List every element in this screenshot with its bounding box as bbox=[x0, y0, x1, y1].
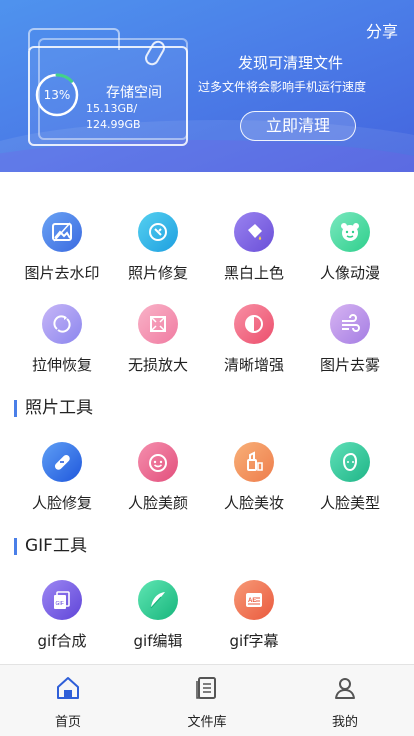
photo-repair-icon bbox=[138, 212, 178, 252]
storage-title: 存储空间 bbox=[106, 85, 162, 101]
share-button[interactable]: 分享 bbox=[366, 18, 398, 42]
bottom-tab-bar: 首页 文件库 我的 bbox=[0, 664, 414, 736]
smile-face-icon bbox=[138, 442, 178, 482]
tool-label: 人像动漫 bbox=[319, 264, 380, 282]
svg-text:GIF: GIF bbox=[56, 601, 64, 607]
tool-label: 人脸美颜 bbox=[127, 494, 188, 512]
tool-label: 无损放大 bbox=[127, 356, 188, 374]
tool-label: 拉伸恢复 bbox=[31, 356, 92, 374]
face-outline-icon bbox=[330, 442, 370, 482]
section-title-gif-tools: GIF工具 bbox=[14, 538, 87, 555]
tool-dehaze[interactable]: 图片去雾 bbox=[302, 304, 398, 375]
tool-lossless-enlarge[interactable]: 无损放大 bbox=[110, 304, 206, 375]
document-icon bbox=[196, 677, 216, 699]
tool-clarity-enhance[interactable]: 清晰增强 bbox=[206, 304, 302, 375]
tool-label: 图片去雾 bbox=[319, 356, 380, 374]
tool-face-repair[interactable]: 人脸修复 bbox=[14, 442, 110, 513]
feather-icon bbox=[138, 580, 178, 620]
storage-used: 15.13GB/ bbox=[86, 102, 138, 115]
paint-bucket-icon bbox=[234, 212, 274, 252]
tool-label: 人脸美妆 bbox=[223, 494, 284, 512]
tool-colorize[interactable]: 黑白上色 bbox=[206, 212, 302, 283]
enlarge-icon bbox=[138, 304, 178, 344]
tool-image-watermark[interactable]: 图片去水印 bbox=[14, 212, 110, 283]
discover-subtitle: 过多文件将会影响手机运行速度 bbox=[198, 80, 367, 94]
bandage-icon bbox=[42, 442, 82, 482]
subtitle-icon: AE bbox=[234, 580, 274, 620]
tab-file-library[interactable]: 文件库 bbox=[167, 675, 247, 730]
tool-gif-edit[interactable]: gif编辑 bbox=[110, 580, 206, 651]
home-icon bbox=[57, 677, 79, 699]
discover-title: 发现可清理文件 bbox=[238, 54, 344, 72]
tool-label: gif编辑 bbox=[133, 632, 183, 650]
tool-label: 照片修复 bbox=[127, 264, 188, 282]
makeup-icon bbox=[234, 442, 274, 482]
user-icon bbox=[335, 678, 355, 699]
tool-stretch-restore[interactable]: 拉伸恢复 bbox=[14, 304, 110, 375]
tool-label: gif合成 bbox=[37, 632, 87, 650]
tool-gif-subtitle[interactable]: AE gif字幕 bbox=[206, 580, 302, 651]
tool-anime-portrait[interactable]: 人像动漫 bbox=[302, 212, 398, 283]
storage-percent: 13% bbox=[43, 88, 71, 102]
tool-label: 黑白上色 bbox=[223, 264, 284, 282]
tab-label: 文件库 bbox=[187, 715, 227, 730]
tools-row-1: 图片去水印 照片修复 黑白上色 人像动漫 bbox=[0, 212, 414, 292]
tool-label: 人脸美型 bbox=[319, 494, 380, 512]
tool-label: gif字幕 bbox=[229, 632, 279, 650]
tab-label: 我的 bbox=[331, 715, 358, 730]
clarity-icon bbox=[234, 304, 274, 344]
storage-total: 124.99GB bbox=[86, 118, 141, 131]
tool-label: 清晰增强 bbox=[223, 356, 284, 374]
svg-text:AE: AE bbox=[248, 598, 256, 604]
tools-row-photo: 人脸修复 人脸美颜 人脸美妆 人脸美型 bbox=[0, 442, 414, 522]
tool-gif-compose[interactable]: GIF gif合成 bbox=[14, 580, 110, 651]
tool-label: 人脸修复 bbox=[31, 494, 92, 512]
bear-face-icon bbox=[330, 212, 370, 252]
tab-home[interactable]: 首页 bbox=[28, 675, 108, 730]
clean-now-button[interactable]: 立即清理 bbox=[240, 111, 356, 141]
header-banner: 分享 13% 存储空间 15.13GB/ 124.99GB 发现可清理文件 过多… bbox=[0, 0, 414, 172]
tab-label: 首页 bbox=[54, 715, 81, 730]
tools-row-gif: GIF gif合成 gif编辑 AE gif字幕 bbox=[0, 580, 414, 660]
tool-face-makeup[interactable]: 人脸美妆 bbox=[206, 442, 302, 513]
tools-panel: 图片去水印 照片修复 黑白上色 人像动漫 拉伸恢复 无损放大 清晰增强 图片去雾… bbox=[0, 172, 414, 664]
section-title-photo-tools: 照片工具 bbox=[14, 400, 93, 417]
tool-label: 图片去水印 bbox=[24, 264, 100, 282]
gif-compose-icon: GIF bbox=[42, 580, 82, 620]
stretch-restore-icon bbox=[42, 304, 82, 344]
wind-icon bbox=[330, 304, 370, 344]
tool-photo-repair[interactable]: 照片修复 bbox=[110, 212, 206, 283]
tool-face-beauty[interactable]: 人脸美颜 bbox=[110, 442, 206, 513]
image-watermark-icon bbox=[42, 212, 82, 252]
tab-mine[interactable]: 我的 bbox=[305, 675, 385, 730]
tools-row-2: 拉伸恢复 无损放大 清晰增强 图片去雾 bbox=[0, 304, 414, 384]
tool-face-reshape[interactable]: 人脸美型 bbox=[302, 442, 398, 513]
